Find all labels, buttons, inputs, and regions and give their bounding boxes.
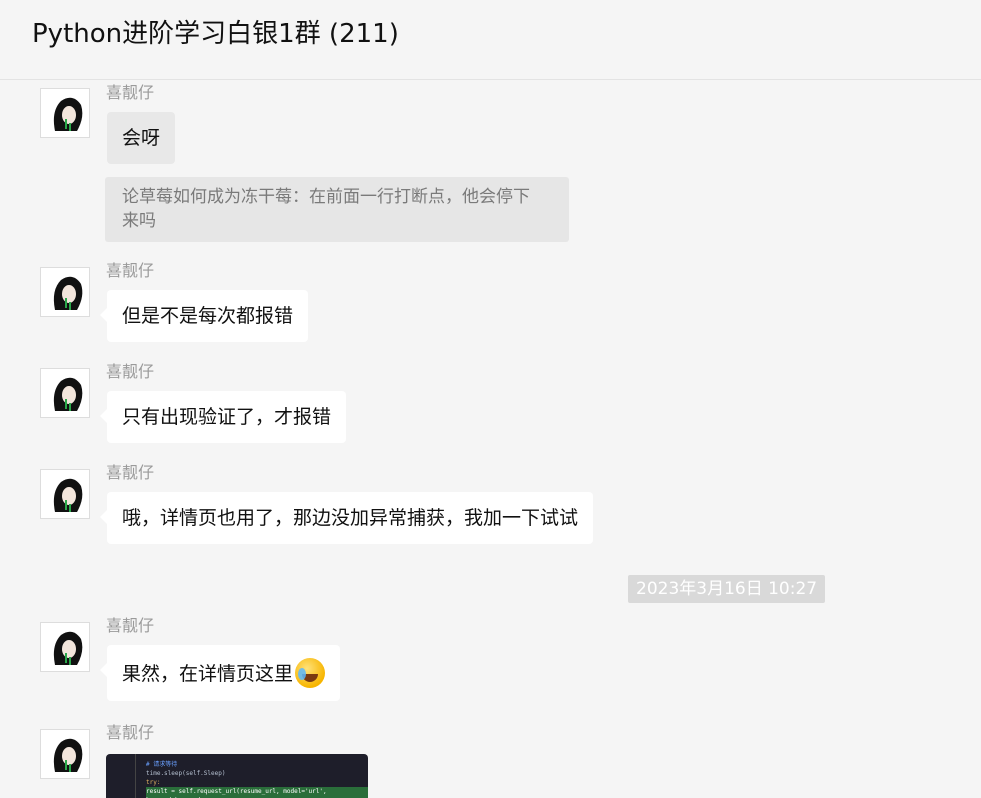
message-bubble[interactable]: 但是不是每次都报错 bbox=[99, 290, 309, 342]
message-list[interactable]: 喜靓仔 会呀 论草莓如何成为冻干莓：在前面一行打断点，他会停下 来吗 喜靓仔 但… bbox=[0, 81, 981, 798]
chat-header: Python进阶学习白银1群 (211) bbox=[0, 0, 981, 80]
quoted-message[interactable]: 论草莓如何成为冻干莓：在前面一行打断点，他会停下 来吗 bbox=[105, 177, 569, 242]
avatar-image-icon bbox=[41, 470, 89, 518]
message-bubble[interactable]: 会呀 bbox=[107, 112, 176, 164]
avatar[interactable] bbox=[40, 469, 90, 519]
avatar[interactable] bbox=[40, 729, 90, 779]
avatar[interactable] bbox=[40, 622, 90, 672]
avatar-image-icon bbox=[41, 89, 89, 137]
code-line: try: bbox=[146, 779, 161, 786]
avatar[interactable] bbox=[40, 88, 90, 138]
sender-name: 喜靓仔 bbox=[106, 261, 155, 280]
message-bubble[interactable]: 哦，详情页也用了，那边没加异常捕获，我加一下试试 bbox=[99, 492, 594, 544]
quote-text-line: 来吗 bbox=[122, 211, 156, 231]
sender-name: 喜靓仔 bbox=[106, 616, 155, 635]
image-message[interactable]: # 请求等待 time.sleep(self.Sleep) try: resul… bbox=[106, 754, 368, 798]
avatar-image-icon bbox=[41, 730, 89, 778]
message-bubble[interactable]: 果然，在详情页这里 bbox=[99, 645, 341, 701]
code-preview: # 请求等待 time.sleep(self.Sleep) try: resul… bbox=[106, 754, 368, 798]
sender-name: 喜靓仔 bbox=[106, 463, 155, 482]
avatar-image-icon bbox=[41, 369, 89, 417]
code-line: # 请求等待 bbox=[146, 761, 178, 768]
avatar[interactable] bbox=[40, 368, 90, 418]
code-gutter bbox=[114, 754, 136, 798]
facepalm-laugh-emoji-icon bbox=[295, 658, 326, 688]
avatar[interactable] bbox=[40, 267, 90, 317]
chat-title: Python进阶学习白银1群 (211) bbox=[32, 19, 399, 49]
avatar-image-icon bbox=[41, 623, 89, 671]
message-text: 果然，在详情页这里 bbox=[122, 663, 294, 685]
sender-name: 喜靓仔 bbox=[106, 362, 155, 381]
quote-text-line: 论草莓如何成为冻干莓：在前面一行打断点，他会停下 bbox=[122, 187, 530, 207]
code-line: result = self.request_url(resume_url, mo… bbox=[146, 787, 368, 798]
avatar-image-icon bbox=[41, 268, 89, 316]
message-bubble[interactable]: 只有出现验证了，才报错 bbox=[99, 391, 347, 443]
sender-name: 喜靓仔 bbox=[106, 723, 155, 742]
code-line: time.sleep(self.Sleep) bbox=[146, 770, 226, 777]
sender-name: 喜靓仔 bbox=[106, 83, 155, 102]
timestamp-divider: 2023年3月16日 10:27 bbox=[628, 575, 826, 603]
